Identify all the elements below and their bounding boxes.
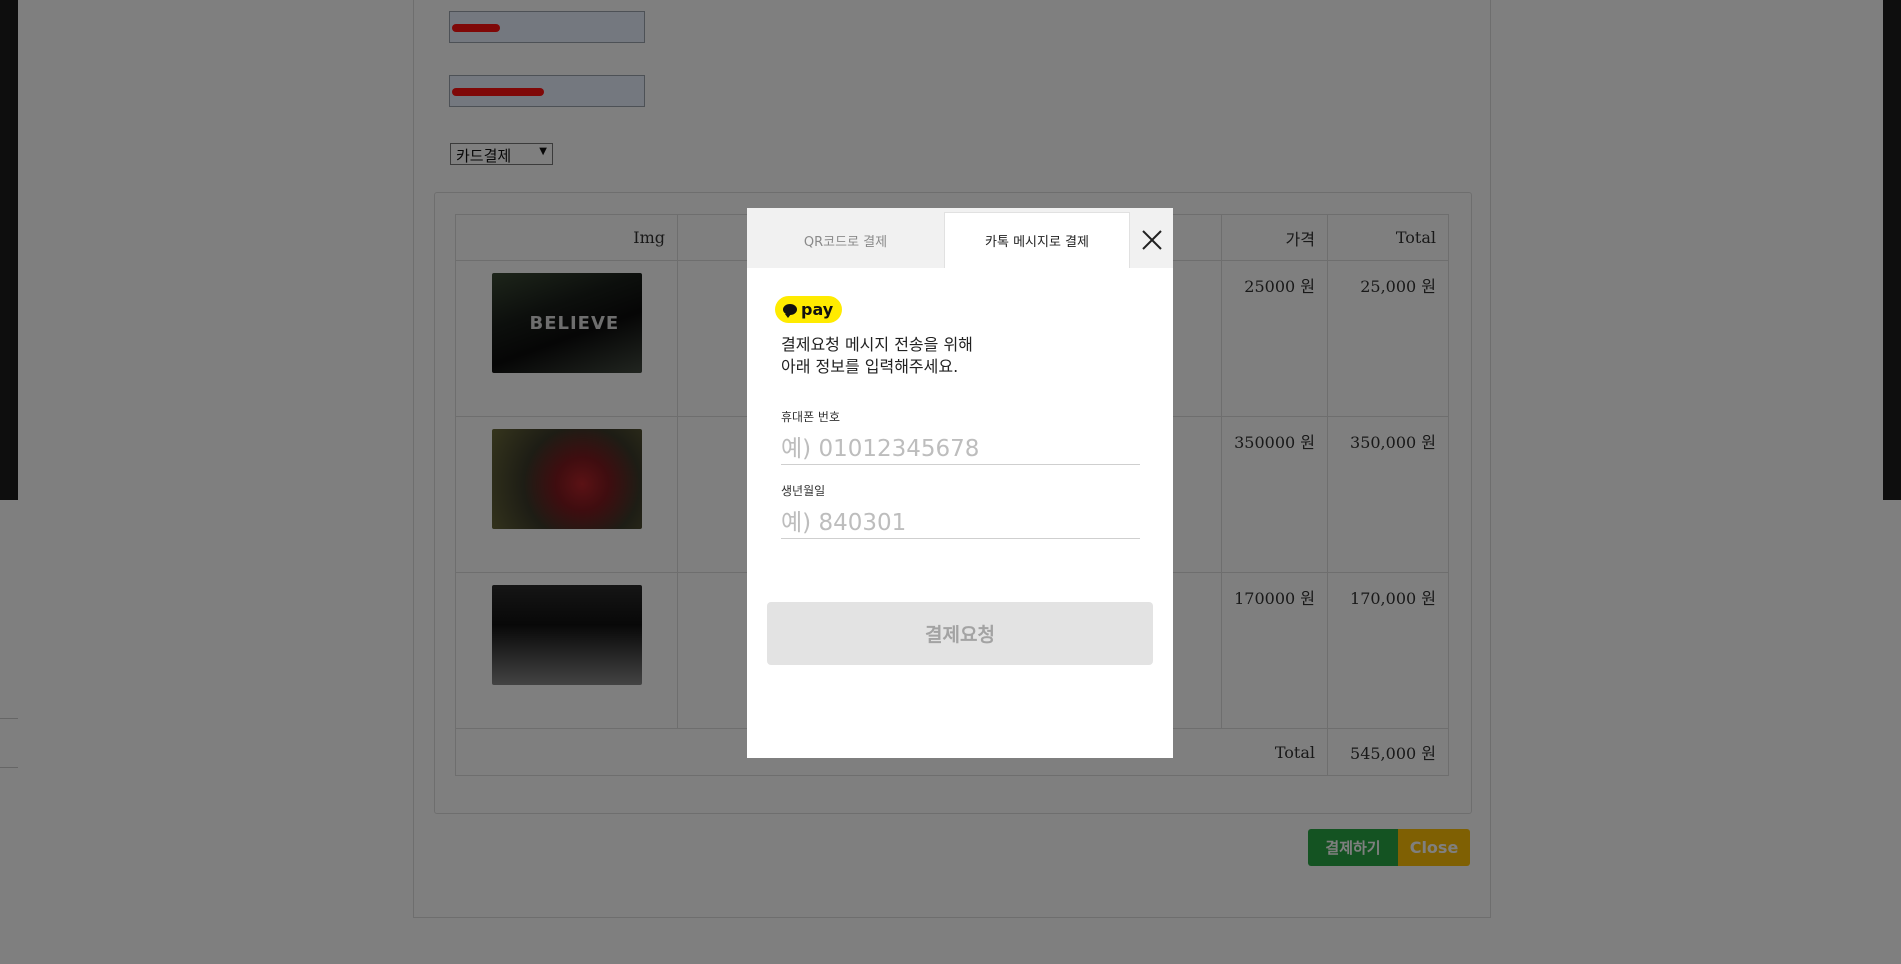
phone-label: 휴대폰 번호	[781, 410, 841, 424]
instruction-line-2: 아래 정보를 입력해주세요.	[781, 357, 959, 376]
tab-qr-payment[interactable]: QR코드로 결제	[747, 212, 944, 268]
kakaopay-logo-text: pay	[801, 300, 834, 319]
tab-kakao-message-payment[interactable]: 카톡 메시지로 결제	[944, 212, 1130, 268]
birthdate-label: 생년월일	[781, 484, 826, 498]
instruction-line-1: 결제요청 메시지 전송을 위해	[781, 335, 973, 354]
phone-input[interactable]	[781, 434, 1140, 465]
close-icon	[1141, 230, 1162, 250]
birthdate-input[interactable]	[781, 508, 1140, 539]
speech-bubble-icon	[783, 304, 797, 318]
request-payment-button[interactable]: 결제요청	[767, 602, 1153, 665]
modal-close-button[interactable]	[1130, 212, 1173, 268]
kakaopay-modal: QR코드로 결제 카톡 메시지로 결제 pay 결제요청 메시지 전송을 위해 …	[747, 208, 1173, 758]
instruction-text: 결제요청 메시지 전송을 위해 아래 정보를 입력해주세요.	[781, 334, 973, 378]
kakaopay-logo: pay	[775, 296, 842, 323]
